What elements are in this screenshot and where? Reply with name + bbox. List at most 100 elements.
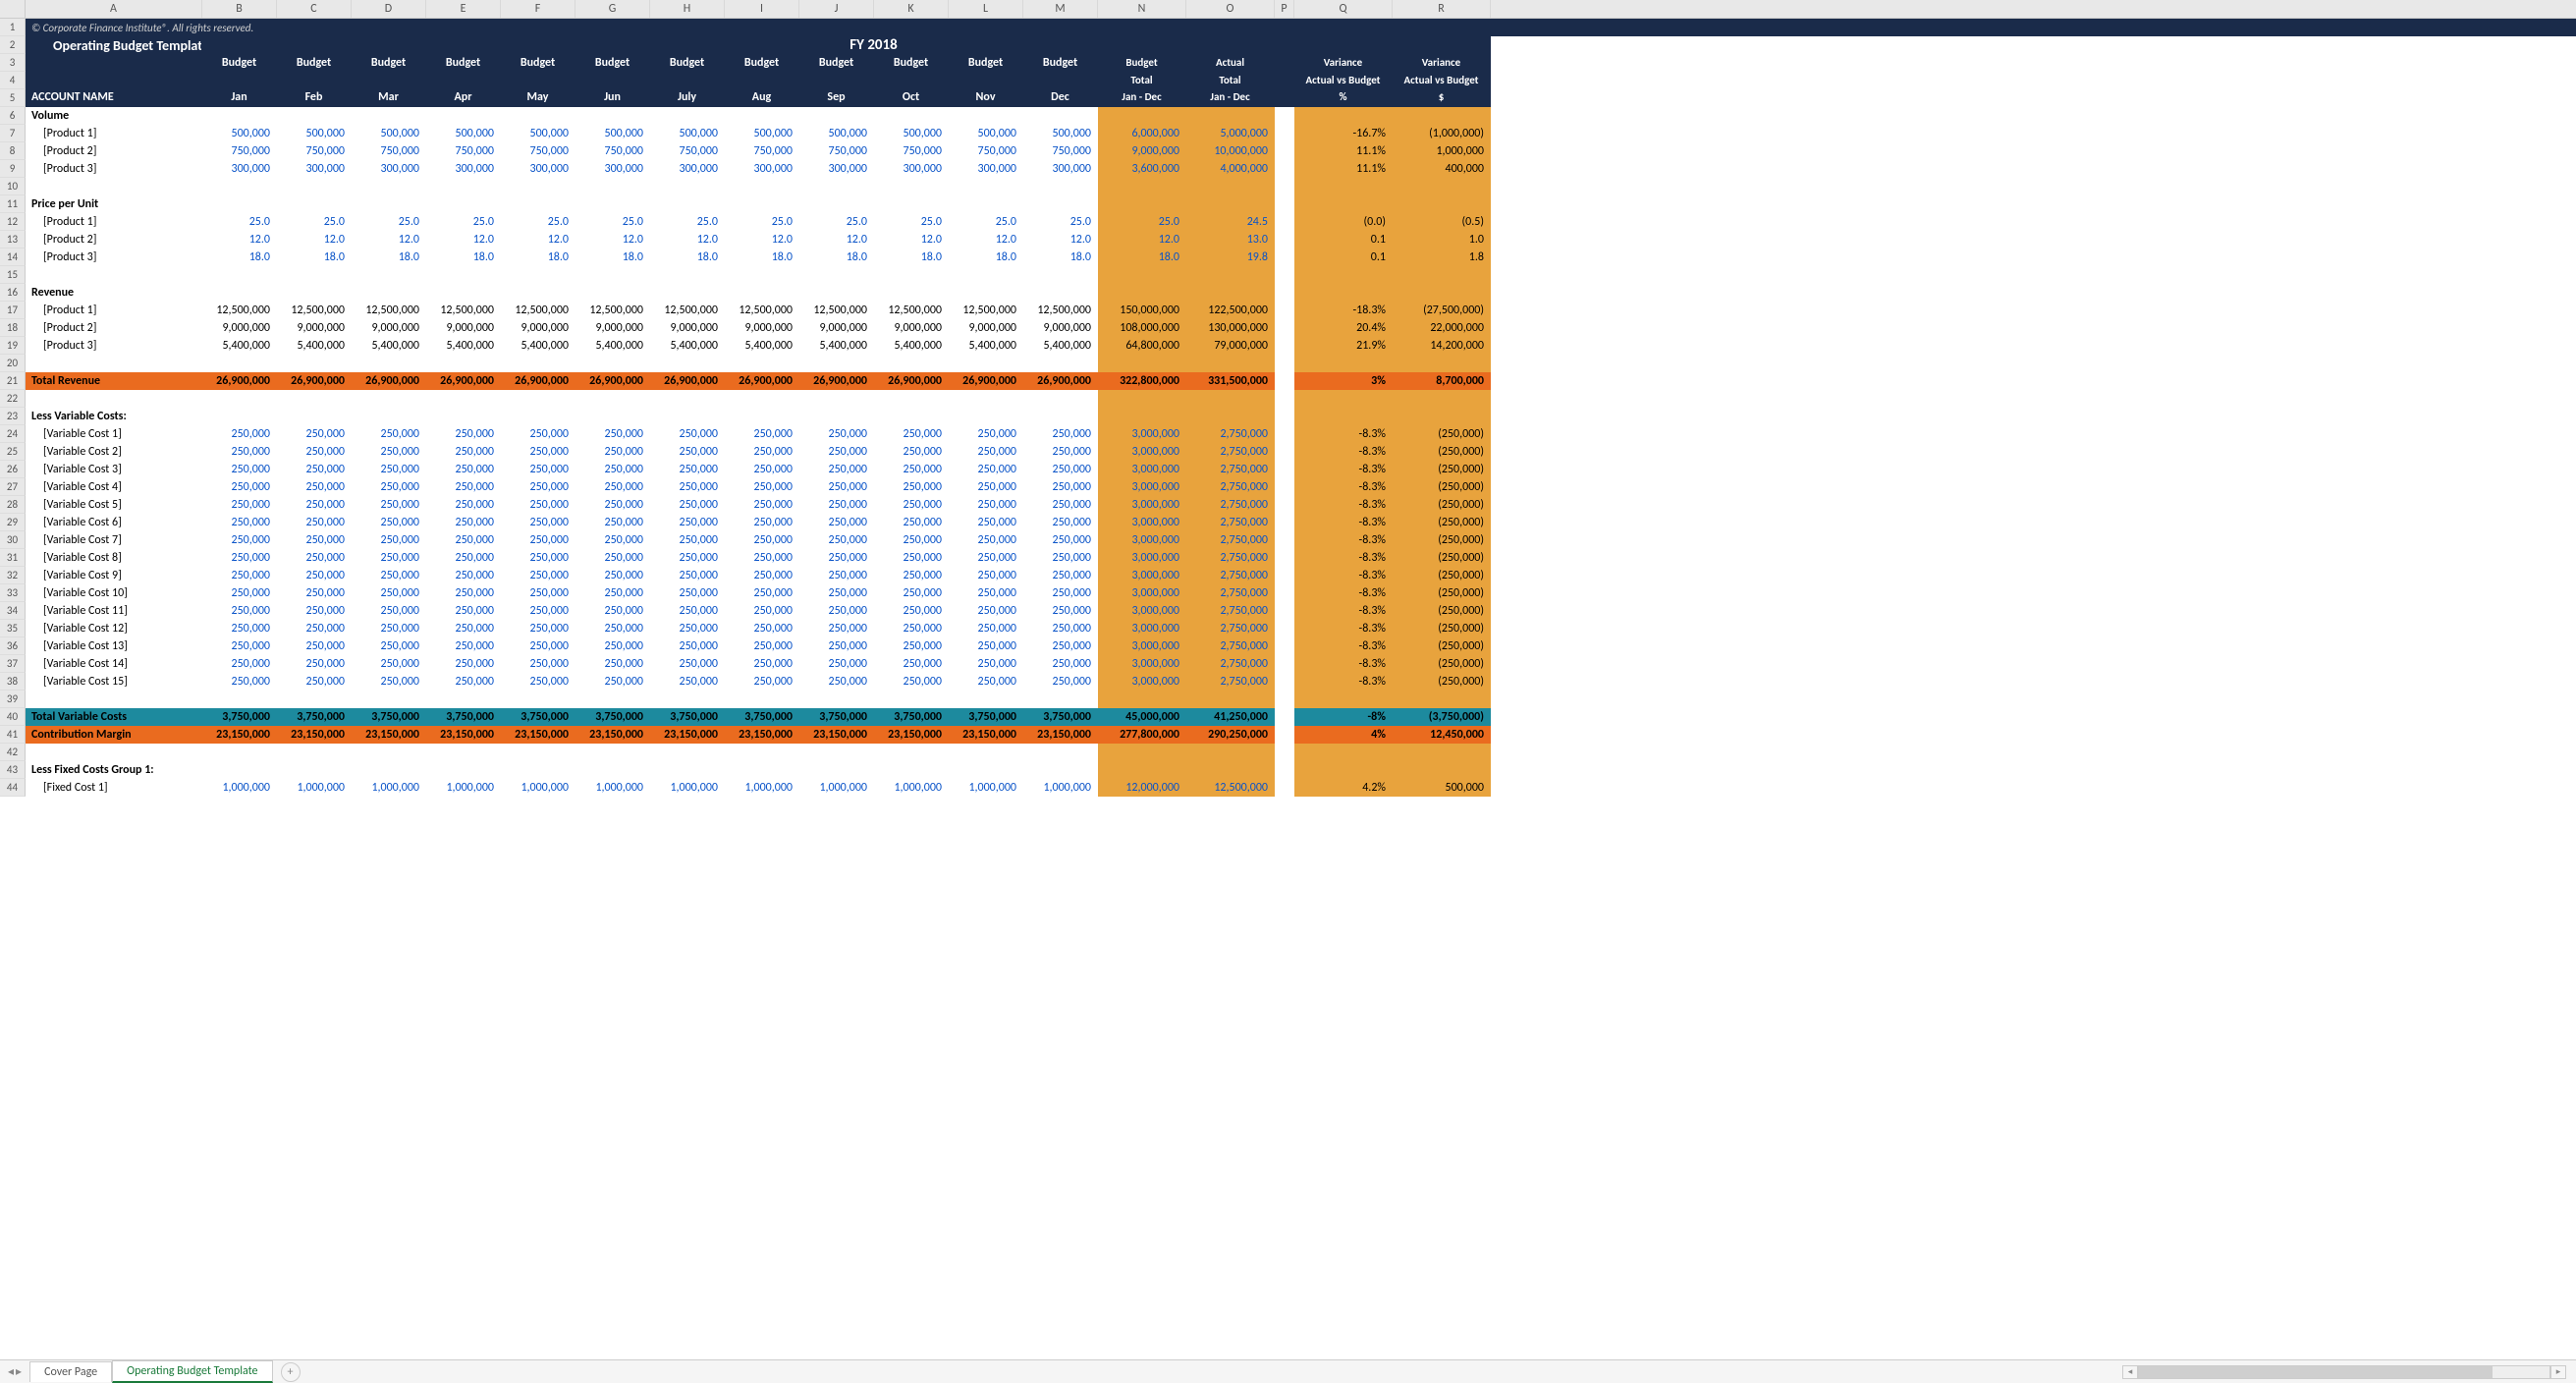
cell-value[interactable]: 250,000 [426, 673, 501, 691]
section-label[interactable]: Volume [26, 107, 202, 125]
cell-value[interactable]: 250,000 [725, 637, 799, 655]
horizontal-scrollbar[interactable]: ◂ ▸ [2122, 1365, 2576, 1379]
cell-value[interactable]: 250,000 [352, 514, 426, 531]
cell-value[interactable]: 250,000 [799, 620, 874, 637]
cell-value[interactable]: 250,000 [1023, 425, 1098, 443]
cell-value[interactable]: 250,000 [874, 514, 949, 531]
col-M[interactable]: M [1023, 0, 1098, 18]
cell-value[interactable]: 5,400,000 [874, 337, 949, 355]
cell-value[interactable]: 750,000 [949, 142, 1023, 160]
variance-dollar[interactable]: (250,000) [1393, 620, 1491, 637]
cell-value[interactable]: 250,000 [202, 425, 277, 443]
variance-pct[interactable]: 11.1% [1294, 160, 1393, 178]
col-E[interactable]: E [426, 0, 501, 18]
variance-dollar[interactable]: (250,000) [1393, 584, 1491, 602]
cell-value[interactable]: 26,900,000 [650, 372, 725, 390]
cell-value[interactable]: 250,000 [874, 584, 949, 602]
cell-value[interactable]: 300,000 [575, 160, 650, 178]
variance-pct[interactable]: 0.1 [1294, 249, 1393, 266]
cell-value[interactable]: 250,000 [426, 531, 501, 549]
row-number[interactable]: 13 [0, 231, 26, 249]
cell-value[interactable]: 9,000,000 [426, 319, 501, 337]
cell-value[interactable]: 250,000 [202, 443, 277, 461]
variance-pct[interactable]: (0.0) [1294, 213, 1393, 231]
cell-value[interactable]: 250,000 [1023, 549, 1098, 567]
actual-total[interactable]: 2,750,000 [1186, 461, 1275, 478]
budget-total[interactable]: 12.0 [1098, 231, 1186, 249]
budget-total[interactable]: 45,000,000 [1098, 708, 1186, 726]
actual-total[interactable]: 2,750,000 [1186, 567, 1275, 584]
cell-value[interactable]: 750,000 [575, 142, 650, 160]
row-number[interactable]: 17 [0, 302, 26, 319]
cell-value[interactable]: 250,000 [352, 531, 426, 549]
col-I[interactable]: I [725, 0, 799, 18]
cell-value[interactable]: 9,000,000 [202, 319, 277, 337]
cell-value[interactable]: 250,000 [949, 443, 1023, 461]
account-label[interactable]: [Product 2] [26, 231, 202, 249]
cell-value[interactable]: 250,000 [725, 602, 799, 620]
actual-total[interactable]: 2,750,000 [1186, 655, 1275, 673]
cell-value[interactable]: 300,000 [949, 160, 1023, 178]
cell-value[interactable]: 300,000 [501, 160, 575, 178]
cell-value[interactable]: 12.0 [799, 231, 874, 249]
cell-value[interactable]: 18.0 [874, 249, 949, 266]
cell-value[interactable]: 26,900,000 [501, 372, 575, 390]
row-number[interactable]: 36 [0, 637, 26, 655]
cell-value[interactable]: 250,000 [874, 549, 949, 567]
cell-value[interactable]: 250,000 [202, 673, 277, 691]
variance-dollar[interactable]: (250,000) [1393, 461, 1491, 478]
cell-value[interactable]: 500,000 [352, 125, 426, 142]
cell-value[interactable]: 250,000 [575, 425, 650, 443]
cell-value[interactable]: 250,000 [501, 673, 575, 691]
row-number[interactable]: 16 [0, 284, 26, 302]
cell-value[interactable]: 250,000 [650, 620, 725, 637]
variance-dollar[interactable]: (250,000) [1393, 673, 1491, 691]
cell-value[interactable]: 250,000 [352, 478, 426, 496]
cell-value[interactable]: 250,000 [799, 567, 874, 584]
cell-value[interactable]: 300,000 [725, 160, 799, 178]
cell-value[interactable]: 5,400,000 [1023, 337, 1098, 355]
col-L[interactable]: L [949, 0, 1023, 18]
cell-value[interactable]: 250,000 [949, 673, 1023, 691]
cell-value[interactable]: 250,000 [650, 549, 725, 567]
cell-value[interactable]: 250,000 [650, 637, 725, 655]
scroll-right-icon[interactable]: ▸ [2550, 1365, 2566, 1379]
budget-total[interactable]: 108,000,000 [1098, 319, 1186, 337]
cell-value[interactable]: 250,000 [1023, 602, 1098, 620]
cell-value[interactable]: 250,000 [501, 443, 575, 461]
cell-value[interactable]: 23,150,000 [1023, 726, 1098, 744]
cell-value[interactable]: 250,000 [725, 478, 799, 496]
cell-value[interactable]: 250,000 [352, 673, 426, 691]
variance-dollar[interactable]: (250,000) [1393, 514, 1491, 531]
actual-total[interactable]: 2,750,000 [1186, 637, 1275, 655]
cell-value[interactable]: 300,000 [799, 160, 874, 178]
actual-total[interactable]: 130,000,000 [1186, 319, 1275, 337]
cell-value[interactable]: 250,000 [1023, 620, 1098, 637]
cell-value[interactable]: 12,500,000 [202, 302, 277, 319]
cell-value[interactable]: 18.0 [1023, 249, 1098, 266]
cell-value[interactable]: 5,400,000 [202, 337, 277, 355]
col-D[interactable]: D [352, 0, 426, 18]
cell-value[interactable]: 250,000 [501, 655, 575, 673]
cell-value[interactable]: 5,400,000 [352, 337, 426, 355]
cell-value[interactable]: 250,000 [725, 514, 799, 531]
cell-value[interactable]: 250,000 [799, 496, 874, 514]
row-number[interactable]: 30 [0, 531, 26, 549]
account-label[interactable]: [Product 1] [26, 213, 202, 231]
variance-dollar[interactable]: 1.8 [1393, 249, 1491, 266]
actual-total[interactable]: 12,500,000 [1186, 779, 1275, 797]
cell-value[interactable]: 12.0 [202, 231, 277, 249]
budget-total[interactable]: 3,000,000 [1098, 461, 1186, 478]
row-number[interactable]: 5 [0, 89, 26, 107]
cell-value[interactable]: 5,400,000 [650, 337, 725, 355]
account-label[interactable]: [Product 3] [26, 337, 202, 355]
cell-value[interactable]: 1,000,000 [725, 779, 799, 797]
cell-value[interactable]: 500,000 [874, 125, 949, 142]
row-number[interactable]: 12 [0, 213, 26, 231]
cell-value[interactable]: 250,000 [277, 567, 352, 584]
cell-value[interactable]: 12,500,000 [725, 302, 799, 319]
cell-value[interactable]: 250,000 [277, 549, 352, 567]
cell-value[interactable]: 12.0 [949, 231, 1023, 249]
cell-value[interactable]: 250,000 [949, 496, 1023, 514]
cell-value[interactable]: 5,400,000 [799, 337, 874, 355]
